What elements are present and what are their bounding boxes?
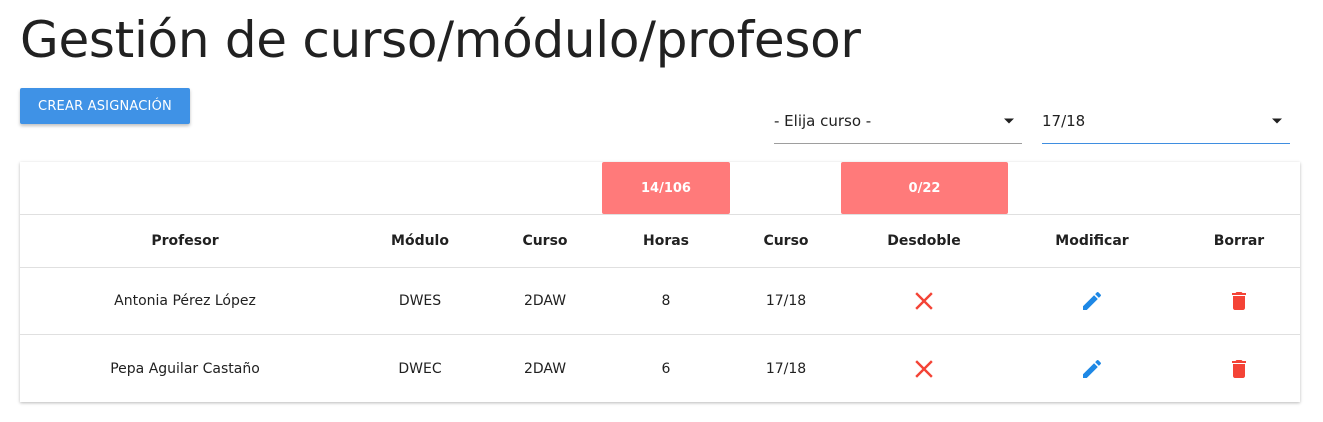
cell-profesor: Antonia Pérez López: [114, 293, 256, 309]
cell-borrar: [1190, 335, 1288, 402]
chevron-down-icon: [1272, 116, 1282, 126]
cell-horas: 6: [661, 360, 671, 377]
close-icon: [914, 359, 934, 379]
cell-anio: 17/18: [765, 293, 807, 309]
header-curso: Curso: [522, 233, 568, 249]
trash-icon[interactable]: [1227, 289, 1251, 313]
header-curso-anio: Curso: [763, 233, 809, 249]
table-header: Profesor Módulo Curso Horas Curso Desdob…: [20, 215, 1300, 268]
cell-modificar: [1032, 335, 1152, 402]
hours-total-badge: 14/106: [602, 162, 730, 214]
table-row: Antonia Pérez López DWES 2DAW 8 17/18: [20, 268, 1300, 335]
year-select[interactable]: 17/18: [1042, 104, 1290, 144]
pencil-icon[interactable]: [1080, 357, 1104, 381]
summary-row: 14/106 0/22: [20, 162, 1300, 215]
cell-horas: 8: [661, 293, 671, 309]
page-title: Gestión de curso/módulo/profesor: [20, 11, 861, 69]
cell-desdoble: [854, 335, 994, 402]
chevron-down-icon: [1004, 116, 1014, 126]
header-horas: Horas: [642, 233, 690, 249]
close-icon: [914, 291, 934, 311]
pencil-icon[interactable]: [1080, 289, 1104, 313]
cell-profesor: Pepa Aguilar Castaño: [110, 360, 260, 377]
cell-anio: 17/18: [765, 360, 807, 377]
trash-icon[interactable]: [1227, 357, 1251, 381]
header-borrar: Borrar: [1213, 233, 1265, 249]
course-select-value: - Elija curso -: [774, 112, 872, 130]
assignments-table: 14/106 0/22 Profesor Módulo Curso Horas …: [20, 162, 1300, 402]
course-select[interactable]: - Elija curso -: [774, 104, 1022, 144]
year-select-value: 17/18: [1042, 112, 1086, 130]
header-desdoble: Desdoble: [887, 233, 961, 249]
cell-borrar: [1190, 268, 1288, 334]
cell-modificar: [1032, 268, 1152, 334]
split-total-badge: 0/22: [841, 162, 1008, 214]
cell-curso: 2DAW: [523, 360, 567, 377]
header-modulo: Módulo: [391, 233, 449, 249]
cell-modulo: DWEC: [398, 360, 442, 377]
table-row: Pepa Aguilar Castaño DWEC 2DAW 6 17/18: [20, 335, 1300, 402]
cell-desdoble: [854, 268, 994, 334]
cell-curso: 2DAW: [523, 293, 567, 309]
cell-modulo: DWES: [398, 293, 442, 309]
header-profesor: Profesor: [151, 233, 219, 249]
header-modificar: Modificar: [1055, 233, 1129, 249]
create-assignment-button[interactable]: CREAR ASIGNACIÓN: [20, 88, 190, 124]
